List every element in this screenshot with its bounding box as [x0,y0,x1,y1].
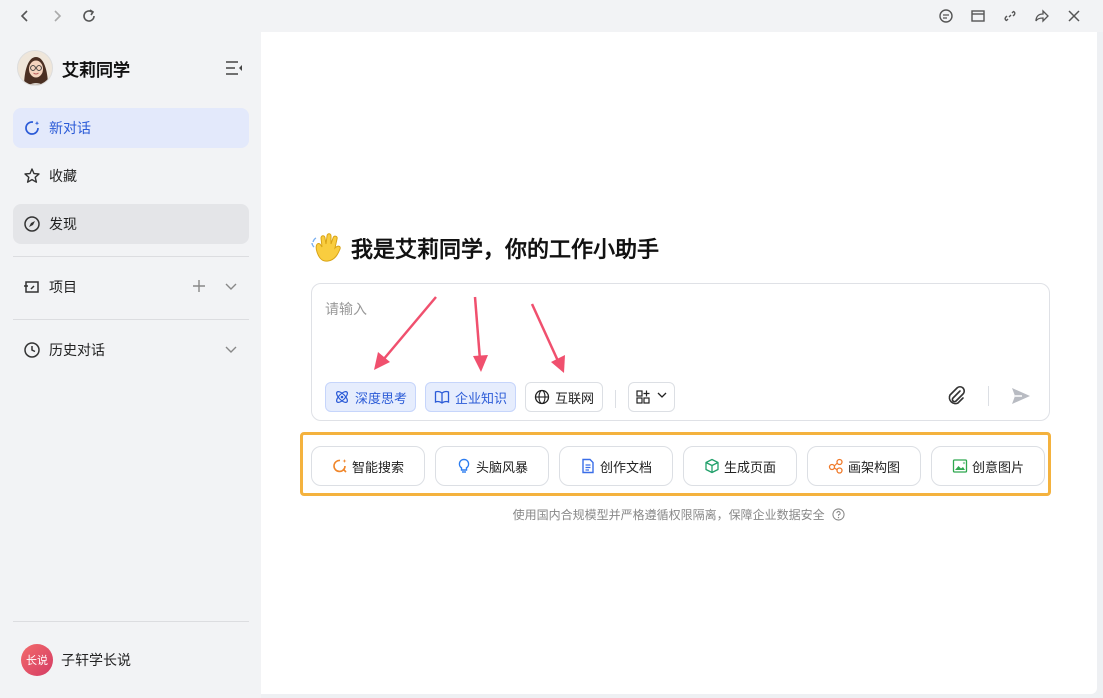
user-name: 子轩学长说 [61,653,131,669]
more-tools-dropdown[interactable] [628,382,675,412]
star-icon [23,167,41,185]
suggestion-label: 头脑风暴 [475,460,528,476]
chevron-down-icon [656,389,668,405]
security-notice: 使用国内合规模型并严格遵循权限隔离，保障企业数据安全 [261,506,1097,524]
sidebar-item-new-chat[interactable]: 新对话 [13,108,249,148]
chip-label: 互联网 [555,391,595,407]
sidebar-item-label: 新对话 [49,121,91,137]
window-icon[interactable] [966,4,990,28]
help-icon[interactable] [832,508,846,524]
chat-input-box[interactable]: 请输入 深度思考 企业知识 互联网 [311,283,1050,421]
chip-label: 企业知识 [455,391,508,407]
divider [13,621,249,622]
generate-page-button[interactable]: 生成页面 [683,446,797,486]
back-icon[interactable] [13,4,37,28]
forward-icon[interactable] [45,4,69,28]
close-icon[interactable] [1062,4,1086,28]
enterprise-knowledge-toggle[interactable]: 企业知识 [425,382,517,412]
suggestion-label: 智能搜索 [351,460,404,476]
chip-label: 深度思考 [355,391,408,407]
sidebar-item-label: 历史对话 [49,343,105,359]
add-project-icon[interactable] [191,278,207,298]
assistant-avatar [17,50,53,86]
draw-architecture-button[interactable]: 画架构图 [807,446,921,486]
attachment-icon[interactable] [944,384,968,408]
clock-icon [23,341,41,359]
sidebar-item-label: 发现 [49,217,77,233]
creative-image-button[interactable]: 创意图片 [931,446,1045,486]
suggestion-highlight-frame: 智能搜索 头脑风暴 创作文档 生成页面 画架构图 创意图片 [300,432,1051,496]
main-panel: 我是艾莉同学，你的工作小助手 请输入 深度思考 企业知识 互联网 智能搜索 头脑… [261,32,1097,694]
security-notice-text: 使用国内合规模型并严格遵循权限隔离，保障企业数据安全 [512,508,825,522]
compass-icon [23,215,41,233]
sidebar-item-discover[interactable]: 发现 [13,204,249,244]
share-icon[interactable] [1030,4,1054,28]
brand: 艾莉同学 [17,48,130,88]
atom-icon [334,389,350,405]
collapse-sidebar-icon[interactable] [224,58,244,78]
refresh-icon[interactable] [77,4,101,28]
image-icon [952,458,968,474]
deep-thinking-toggle[interactable]: 深度思考 [325,382,417,412]
user-profile[interactable]: 长说 子轩学长说 [21,644,131,676]
chevron-down-icon[interactable] [223,341,239,361]
project-actions [191,278,239,298]
sidebar-item-label: 收藏 [49,169,77,185]
lightbulb-icon [456,458,472,474]
apps-icon [635,389,651,405]
suggestion-label: 画架构图 [847,460,900,476]
internet-toggle[interactable]: 互联网 [525,382,604,412]
brainstorm-button[interactable]: 头脑风暴 [435,446,549,486]
smart-search-button[interactable]: 智能搜索 [311,446,425,486]
user-avatar: 长说 [21,644,53,676]
chat-input-placeholder[interactable]: 请输入 [325,299,367,319]
create-document-button[interactable]: 创作文档 [559,446,673,486]
divider [988,386,989,406]
history-actions [223,341,239,361]
window-toolbar [0,0,1103,32]
globe-icon [534,389,550,405]
project-icon [23,278,41,296]
sidebar-item-projects[interactable]: 项目 [13,267,249,307]
sidebar-item-favorites[interactable]: 收藏 [13,156,249,196]
divider [13,319,249,320]
sidebar-item-history[interactable]: 历史对话 [13,330,249,370]
sidebar-item-label: 项目 [49,280,77,296]
suggestion-label: 创作文档 [599,460,652,476]
diagram-icon [828,458,844,474]
book-icon [434,389,450,405]
sidebar: 艾莉同学 新对话 收藏 发现 项目 历史对话 长说 子轩学长说 [0,32,261,698]
suggestion-label: 生成页面 [723,460,776,476]
greeting-text: 我是艾莉同学，你的工作小助手 [351,238,660,263]
link-icon[interactable] [998,4,1022,28]
search-spark-icon [332,458,348,474]
greeting: 我是艾莉同学，你的工作小助手 [311,232,659,264]
document-icon [580,458,596,474]
new-chat-icon [23,119,41,137]
brand-name: 艾莉同学 [62,60,130,81]
divider [13,256,249,257]
cube-icon [704,458,720,474]
divider [615,390,616,408]
suggestion-label: 创意图片 [971,460,1024,476]
waving-hand-icon [311,232,347,264]
send-icon[interactable] [1009,384,1033,408]
chevron-down-icon[interactable] [223,278,239,298]
chat-icon[interactable] [934,4,958,28]
